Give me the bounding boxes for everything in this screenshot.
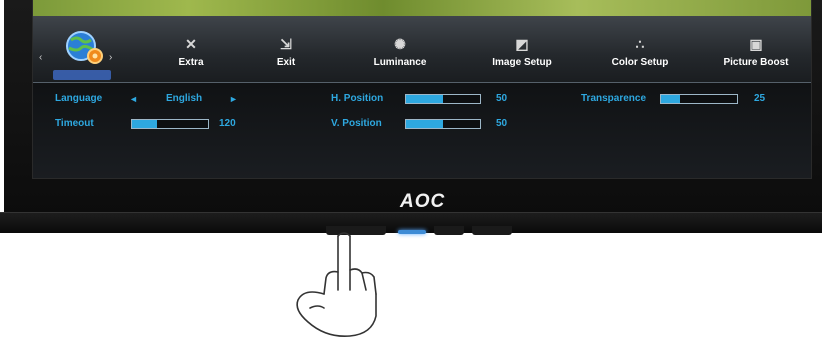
- menu-left-arrow[interactable]: ‹: [39, 52, 42, 63]
- extra-icon: ✕: [185, 36, 197, 52]
- transparence-value: 25: [754, 93, 766, 104]
- menu-extra[interactable]: ✕ Extra: [136, 34, 246, 68]
- selected-item-highlight: [53, 70, 111, 80]
- v-position-slider-fill: [406, 120, 443, 128]
- menu-picture-boost[interactable]: ▣ Picture Boost: [701, 34, 811, 68]
- background-image-strip: [33, 0, 811, 16]
- globe-gear-icon: [66, 31, 103, 64]
- osd-settings-panel: Language ◄ English ► Timeout 120 H. Posi…: [33, 83, 811, 178]
- monitor-button-2[interactable]: [434, 226, 464, 235]
- power-led[interactable]: [398, 230, 426, 234]
- menu-right-arrow[interactable]: ›: [109, 52, 112, 63]
- picture-boost-icon: ▣: [749, 36, 763, 52]
- timeout-label: Timeout: [55, 118, 94, 129]
- image-setup-icon: ◩: [515, 36, 529, 52]
- pointing-hand-icon: [296, 232, 377, 338]
- h-position-slider[interactable]: [405, 94, 481, 104]
- menu-color-setup[interactable]: ∴ Color Setup: [585, 34, 695, 68]
- language-label: Language: [55, 93, 103, 104]
- monitor-bezel: ‹ › ✕ Extra ⇲ Exit ✺ Luminance ◩ Image S…: [4, 0, 822, 232]
- transparence-slider[interactable]: [660, 94, 738, 104]
- menu-luminance[interactable]: ✺ Luminance: [345, 34, 455, 68]
- color-setup-icon: ∴: [635, 36, 645, 52]
- transparence-slider-fill: [661, 95, 680, 103]
- menu-image-setup[interactable]: ◩ Image Setup: [467, 34, 577, 68]
- timeout-value: 120: [219, 118, 236, 129]
- aoc-logo: AOC: [400, 191, 446, 212]
- menu-exit[interactable]: ⇲ Exit: [231, 34, 341, 68]
- h-position-label: H. Position: [331, 93, 384, 104]
- language-value[interactable]: English: [166, 93, 202, 104]
- timeout-slider-fill: [132, 120, 158, 128]
- v-position-slider[interactable]: [405, 119, 481, 129]
- exit-icon: ⇲: [280, 36, 292, 52]
- language-left-arrow[interactable]: ◄: [129, 94, 138, 104]
- osd-menu-bar: ‹ › ✕ Extra ⇲ Exit ✺ Luminance ◩ Image S…: [33, 16, 811, 83]
- timeout-slider[interactable]: [131, 119, 209, 129]
- osd-setup-icon[interactable]: [47, 31, 117, 84]
- v-position-label: V. Position: [331, 118, 382, 129]
- h-position-value: 50: [496, 93, 508, 104]
- monitor-button-3[interactable]: [472, 226, 512, 235]
- language-right-arrow[interactable]: ►: [229, 94, 238, 104]
- monitor-screen: ‹ › ✕ Extra ⇲ Exit ✺ Luminance ◩ Image S…: [32, 0, 812, 179]
- v-position-value: 50: [496, 118, 508, 129]
- luminance-icon: ✺: [394, 36, 406, 52]
- h-position-slider-fill: [406, 95, 443, 103]
- transparence-label: Transparence: [581, 93, 647, 104]
